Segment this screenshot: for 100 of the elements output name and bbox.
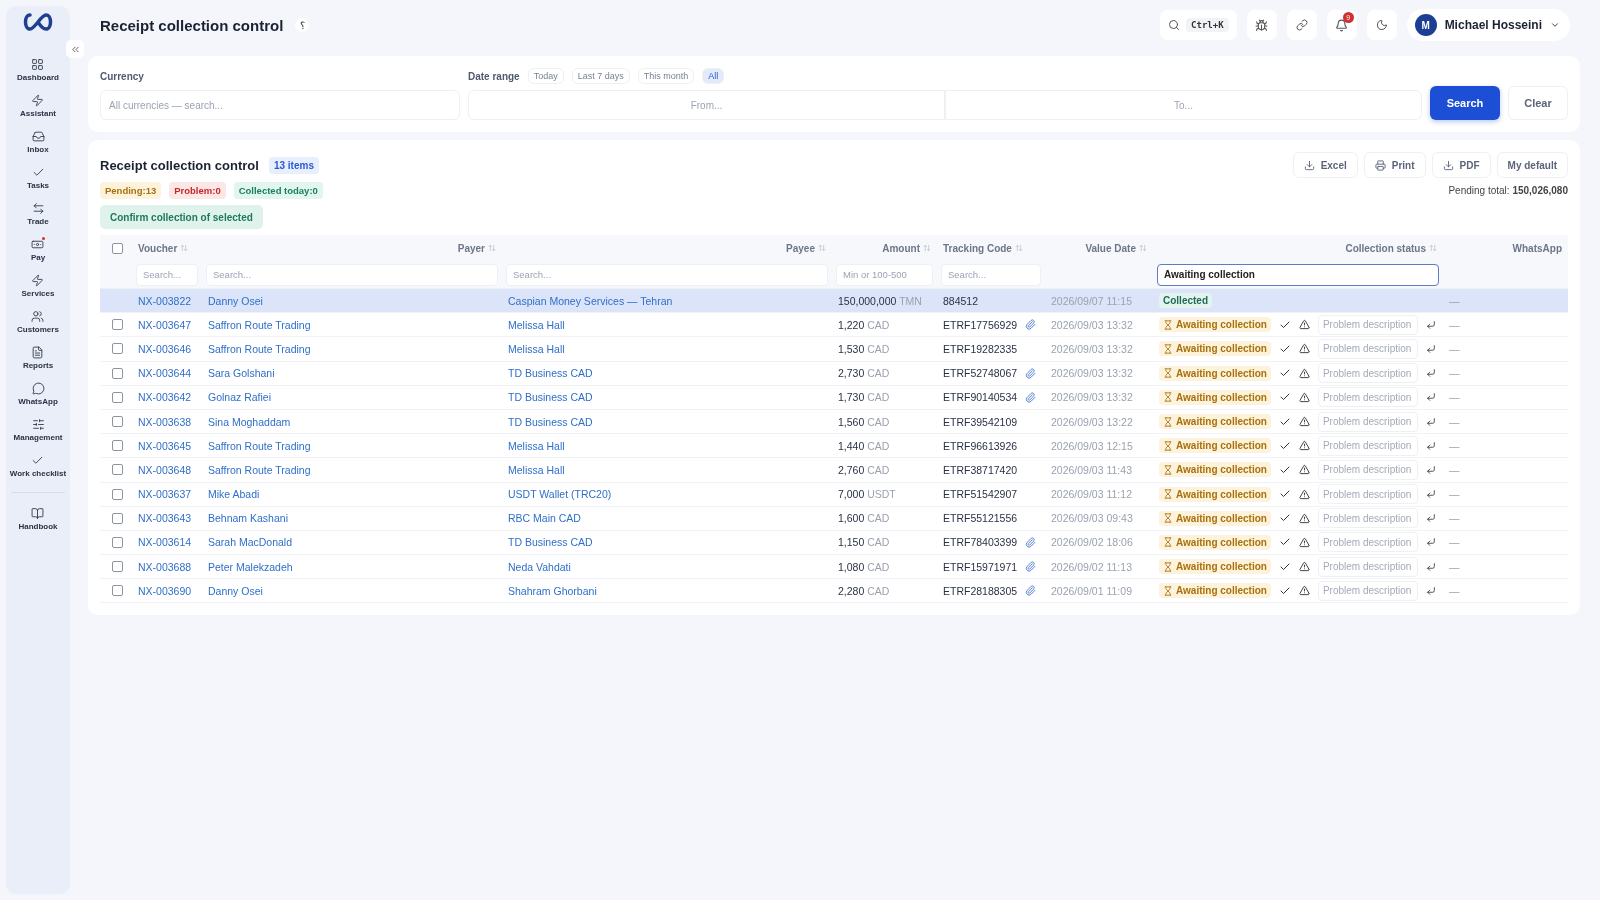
voucher-link[interactable]: NX-003646 bbox=[138, 342, 192, 355]
column-header[interactable]: Voucher bbox=[138, 242, 189, 254]
row-checkbox[interactable] bbox=[112, 585, 123, 597]
toolbar-button[interactable]: My default bbox=[1496, 152, 1568, 178]
submit-enter-button[interactable] bbox=[1425, 513, 1436, 524]
voucher-link[interactable]: NX-003822 bbox=[138, 294, 192, 307]
problem-description-field[interactable]: Problem description bbox=[1317, 435, 1418, 456]
warning-button[interactable] bbox=[1298, 391, 1310, 403]
payer-link[interactable]: Peter Malekzadeh bbox=[208, 560, 293, 573]
problem-description-field[interactable]: Problem description bbox=[1317, 556, 1418, 577]
warning-button[interactable] bbox=[1298, 464, 1310, 476]
warning-button[interactable] bbox=[1298, 585, 1310, 597]
voucher-link[interactable]: NX-003642 bbox=[138, 391, 192, 404]
submit-enter-button[interactable] bbox=[1425, 585, 1436, 596]
payee-link[interactable]: TD Business CAD bbox=[508, 536, 593, 549]
sidebar-item[interactable]: Services bbox=[21, 274, 55, 298]
column-header[interactable]: Payer bbox=[457, 242, 496, 254]
problem-description-field[interactable]: Problem description bbox=[1317, 363, 1418, 384]
payer-link[interactable]: Golnaz Rafiei bbox=[208, 391, 272, 404]
payer-link[interactable]: Sarah MacDonald bbox=[208, 536, 293, 549]
paperclip-icon[interactable] bbox=[1025, 367, 1037, 379]
paperclip-icon[interactable] bbox=[1025, 391, 1037, 403]
payee-link[interactable]: Melissa Hall bbox=[508, 318, 565, 331]
payee-link[interactable]: TD Business CAD bbox=[508, 367, 593, 380]
problem-description-field[interactable]: Problem description bbox=[1317, 532, 1418, 553]
payer-link[interactable]: Danny Osei bbox=[208, 294, 263, 307]
payer-link[interactable]: Danny Osei bbox=[208, 584, 263, 597]
payer-link[interactable]: Saffron Route Trading bbox=[208, 463, 311, 476]
paperclip-icon[interactable] bbox=[1025, 536, 1037, 548]
problem-description-field[interactable]: Problem description bbox=[1317, 338, 1418, 359]
row-checkbox[interactable] bbox=[112, 536, 123, 548]
date-preset-chip[interactable]: Today bbox=[527, 68, 564, 84]
row-checkbox[interactable] bbox=[112, 319, 123, 331]
sidebar-item[interactable]: Inbox bbox=[27, 130, 49, 154]
warning-button[interactable] bbox=[1298, 488, 1310, 500]
payee-link[interactable]: Shahram Ghorbani bbox=[508, 584, 597, 597]
payee-link[interactable]: Melissa Hall bbox=[508, 342, 565, 355]
problem-description-field[interactable]: Problem description bbox=[1317, 580, 1418, 601]
table-row[interactable]: NX-003822 Danny Osei Caspian Money Services — Tehran 150,000,000 TMN 884512 2026/09/07 11:15 Collected — bbox=[100, 289, 1568, 314]
column-header[interactable]: Collection status bbox=[1345, 242, 1437, 254]
row-checkbox[interactable] bbox=[112, 343, 123, 355]
table-row[interactable]: NX-003646 Saffron Route Trading Melissa Hall 1,530 CAD ETRF19282335 2026/09/03 13:32 Awaiting collection Problem description — bbox=[100, 337, 1568, 362]
row-checkbox[interactable] bbox=[112, 464, 123, 476]
warning-button[interactable] bbox=[1298, 561, 1310, 573]
column-filter-field[interactable]: Min or 100-500 bbox=[836, 263, 933, 286]
payer-link[interactable]: Mike Abadi bbox=[208, 488, 260, 501]
voucher-link[interactable]: NX-003688 bbox=[138, 560, 192, 573]
currency-field[interactable]: All currencies — search... bbox=[100, 90, 460, 120]
status-filter-field[interactable]: Awaiting collection bbox=[1157, 263, 1439, 286]
sidebar-item[interactable]: Tasks bbox=[26, 166, 50, 190]
payee-link[interactable]: Caspian Money Services — Tehran bbox=[508, 294, 673, 307]
problem-description-field[interactable]: Problem description bbox=[1317, 484, 1418, 505]
table-row[interactable]: NX-003614 Sarah MacDonald TD Business CAD 1,150 CAD ETRF78403399 2026/09/02 18:06 Awaiting collection Problem description — bbox=[100, 530, 1568, 556]
voucher-link[interactable]: NX-003614 bbox=[138, 536, 192, 549]
bug-report-button[interactable] bbox=[1246, 10, 1277, 40]
payee-link[interactable]: Melissa Hall bbox=[508, 439, 565, 452]
column-filter-field[interactable]: Search... bbox=[136, 263, 198, 286]
sidebar-item[interactable]: Pay bbox=[30, 238, 46, 262]
payer-link[interactable]: Saffron Route Trading bbox=[208, 342, 311, 355]
submit-enter-button[interactable] bbox=[1425, 416, 1436, 427]
sidebar-item[interactable]: Customers bbox=[17, 310, 59, 334]
clear-button[interactable]: Clear bbox=[1508, 86, 1568, 120]
table-row[interactable]: NX-003638 Sina Moghaddam TD Business CAD 1,560 CAD ETRF39542109 2026/09/03 13:22 Awaiting collection Problem description — bbox=[100, 409, 1568, 435]
column-filter-field[interactable]: Search... bbox=[206, 263, 498, 286]
submit-enter-button[interactable] bbox=[1425, 319, 1436, 330]
submit-enter-button[interactable] bbox=[1425, 392, 1436, 403]
sidebar-item[interactable]: Reports bbox=[22, 346, 54, 370]
voucher-link[interactable]: NX-003638 bbox=[138, 415, 192, 428]
column-filter-field[interactable]: Search... bbox=[941, 263, 1041, 286]
payer-link[interactable]: Sina Moghaddam bbox=[208, 415, 291, 428]
row-checkbox[interactable] bbox=[112, 367, 123, 379]
row-checkbox[interactable] bbox=[112, 416, 123, 428]
search-button[interactable]: Search bbox=[1430, 86, 1500, 120]
warning-button[interactable] bbox=[1298, 536, 1310, 548]
problem-description-field[interactable]: Problem description bbox=[1317, 314, 1418, 335]
column-header[interactable]: Amount bbox=[882, 242, 931, 254]
toolbar-button[interactable]: Excel bbox=[1292, 152, 1358, 178]
column-header[interactable]: Tracking Code bbox=[943, 242, 1023, 254]
sidebar-item[interactable]: Management bbox=[13, 418, 63, 442]
theme-toggle-button[interactable] bbox=[1366, 10, 1397, 40]
submit-enter-button[interactable] bbox=[1425, 489, 1436, 500]
payer-link[interactable]: Saffron Route Trading bbox=[208, 318, 311, 331]
problem-description-field[interactable]: Problem description bbox=[1317, 459, 1418, 480]
warning-button[interactable] bbox=[1298, 367, 1310, 379]
table-row[interactable]: NX-003643 Behnam Kashani RBC Main CAD 1,600 CAD ETRF55121556 2026/09/03 09:43 Awaiting collection Problem description — bbox=[100, 506, 1568, 531]
date-preset-chip[interactable]: This month bbox=[637, 68, 695, 84]
submit-enter-button[interactable] bbox=[1425, 440, 1436, 451]
column-filter-field[interactable]: Search... bbox=[506, 263, 828, 286]
date-preset-chip[interactable]: Last 7 days bbox=[571, 68, 630, 84]
payee-link[interactable]: TD Business CAD bbox=[508, 391, 593, 404]
toolbar-button[interactable]: Print bbox=[1363, 152, 1426, 178]
sidebar-item[interactable]: Trade bbox=[27, 202, 49, 226]
row-checkbox[interactable] bbox=[112, 440, 123, 452]
voucher-link[interactable]: NX-003648 bbox=[138, 463, 192, 476]
help-mark[interactable]: ؟ bbox=[295, 18, 310, 32]
voucher-link[interactable]: NX-003690 bbox=[138, 584, 192, 597]
command-search-button[interactable]: Ctrl+K bbox=[1160, 10, 1237, 40]
row-checkbox[interactable] bbox=[112, 488, 123, 500]
payee-link[interactable]: Melissa Hall bbox=[508, 463, 565, 476]
voucher-link[interactable]: NX-003644 bbox=[138, 367, 192, 380]
